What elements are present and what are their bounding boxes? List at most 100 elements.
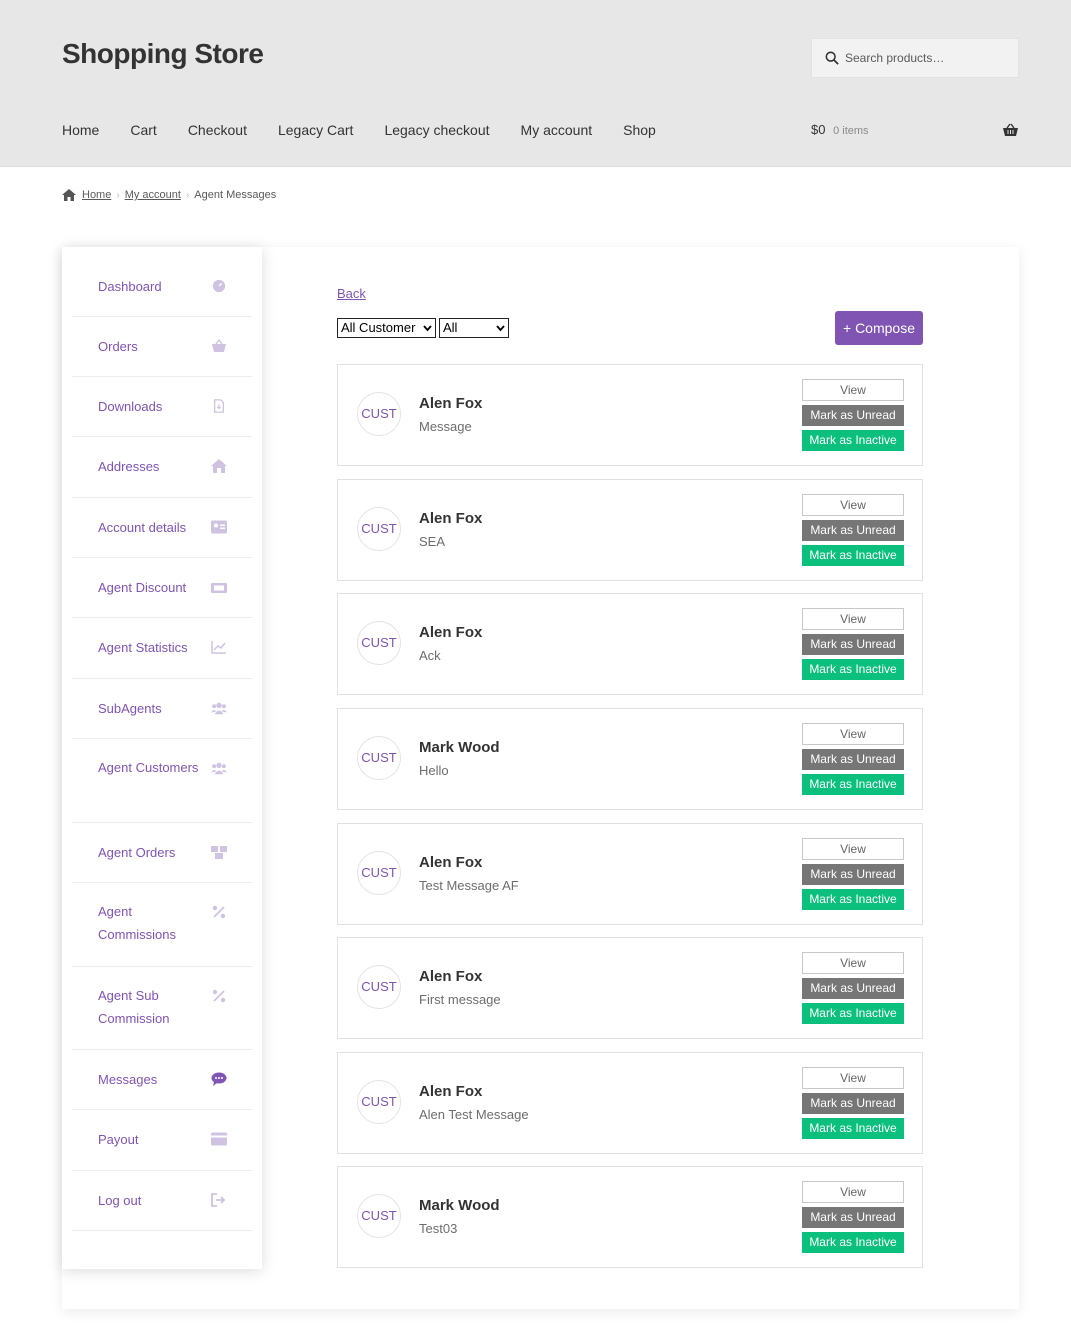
nav-home[interactable]: Home: [62, 122, 99, 138]
message-preview: Message: [419, 419, 472, 434]
sidebar-item-agent-orders[interactable]: Agent Orders: [72, 823, 252, 883]
sidebar-item-dashboard[interactable]: Dashboard: [72, 257, 252, 317]
chart-line-icon: [211, 641, 226, 654]
status-filter-select[interactable]: All: [439, 318, 509, 338]
sidebar-item-subagents[interactable]: SubAgents: [72, 679, 252, 739]
message-sender: Mark Wood: [419, 739, 500, 756]
message-preview: First message: [419, 992, 501, 1007]
percent-icon: [212, 905, 226, 919]
site-header: Shopping Store Search products… Home Car…: [0, 0, 1071, 167]
sidebar-item-payout[interactable]: Payout: [72, 1110, 252, 1171]
mark-unread-button[interactable]: Mark as Unread: [802, 978, 904, 999]
sign-out-icon: [211, 1193, 226, 1207]
mark-unread-button[interactable]: Mark as Unread: [802, 520, 904, 541]
message-preview: SEA: [419, 534, 446, 549]
view-button[interactable]: View: [802, 494, 904, 516]
nav-legacy-checkout[interactable]: Legacy checkout: [384, 122, 489, 138]
mark-inactive-button[interactable]: Mark as Inactive: [802, 889, 904, 910]
sidebar-item-account-details[interactable]: Account details: [72, 498, 252, 558]
sidebar-item-agent-customers[interactable]: Agent Customers: [72, 739, 252, 823]
sidebar-item-agent-statistics[interactable]: Agent Statistics: [72, 618, 252, 679]
sidebar-item-label: Addresses: [98, 459, 160, 474]
nav-checkout[interactable]: Checkout: [188, 122, 247, 138]
users-icon: [211, 762, 227, 775]
message-item[interactable]: CUST Mark Wood Hello View Mark as Unread…: [337, 708, 923, 810]
mark-inactive-button[interactable]: Mark as Inactive: [802, 1232, 904, 1253]
message-sender: Mark Wood: [419, 1197, 500, 1214]
sidebar-item-agent-commissions[interactable]: Agent Commissions: [72, 883, 252, 967]
sidebar-item-label: Agent Statistics: [98, 640, 188, 655]
message-sender: Alen Fox: [419, 395, 483, 412]
mark-unread-button[interactable]: Mark as Unread: [802, 634, 904, 655]
mark-unread-button[interactable]: Mark as Unread: [802, 749, 904, 770]
sidebar-item-log-out[interactable]: Log out: [72, 1171, 252, 1231]
basket-icon[interactable]: [1002, 123, 1019, 137]
message-item[interactable]: CUST Mark Wood Test03 View Mark as Unrea…: [337, 1166, 923, 1268]
mark-inactive-button[interactable]: Mark as Inactive: [802, 1003, 904, 1024]
nav-my-account[interactable]: My account: [521, 122, 593, 138]
sidebar-item-label: Account details: [98, 520, 187, 535]
chevron-down-icon: [423, 325, 432, 332]
back-link[interactable]: Back: [337, 286, 366, 301]
message-item[interactable]: CUST Alen Fox SEA View Mark as Unread Ma…: [337, 479, 923, 581]
sidebar-item-orders[interactable]: Orders: [72, 317, 252, 377]
primary-nav: Home Cart Checkout Legacy Cart Legacy ch…: [62, 122, 687, 138]
nav-shop[interactable]: Shop: [623, 122, 656, 138]
mark-inactive-button[interactable]: Mark as Inactive: [802, 545, 904, 566]
view-button[interactable]: View: [802, 379, 904, 401]
sidebar-item-addresses[interactable]: Addresses: [72, 437, 252, 498]
sidebar-item-agent-sub-commission[interactable]: Agent Sub Commission: [72, 967, 252, 1050]
breadcrumb-separator: ›: [185, 189, 190, 201]
mark-inactive-button[interactable]: Mark as Inactive: [802, 659, 904, 680]
avatar: CUST: [357, 507, 401, 551]
dashboard-icon: [212, 279, 226, 293]
breadcrumb: Home › My account › Agent Messages: [62, 189, 276, 201]
mark-unread-button[interactable]: Mark as Unread: [802, 864, 904, 885]
mark-unread-button[interactable]: Mark as Unread: [802, 1207, 904, 1228]
mark-unread-button[interactable]: Mark as Unread: [802, 405, 904, 426]
view-button[interactable]: View: [802, 1181, 904, 1203]
sidebar-item-agent-discount[interactable]: Agent Discount: [72, 558, 252, 618]
breadcrumb-home[interactable]: Home: [82, 189, 111, 201]
message-item[interactable]: CUST Alen Fox Alen Test Message View Mar…: [337, 1052, 923, 1154]
sidebar-item-label: Agent Sub Commission: [98, 988, 170, 1026]
header-cart[interactable]: $0 0 items: [811, 122, 869, 137]
message-preview: Test Message AF: [419, 878, 519, 893]
site-title[interactable]: Shopping Store: [62, 38, 264, 70]
sidebar-item-label: Messages: [98, 1072, 158, 1087]
account-navigation: Dashboard Orders Downloads Addresses Acc…: [62, 247, 262, 1269]
message-item[interactable]: CUST Alen Fox Test Message AF View Mark …: [337, 823, 923, 925]
message-preview: Ack: [419, 648, 441, 663]
mark-inactive-button[interactable]: Mark as Inactive: [802, 430, 904, 451]
view-button[interactable]: View: [802, 952, 904, 974]
breadcrumb-my-account[interactable]: My account: [125, 189, 181, 201]
customer-filter-value: All Customer: [341, 320, 416, 335]
customer-filter-select[interactable]: All Customer: [337, 318, 436, 338]
mark-inactive-button[interactable]: Mark as Inactive: [802, 774, 904, 795]
file-icon: [213, 399, 225, 413]
id-card-icon: [211, 520, 227, 534]
sidebar-item-label: Log out: [98, 1193, 142, 1208]
view-button[interactable]: View: [802, 838, 904, 860]
cart-total: $0: [811, 122, 826, 137]
sidebar-item-messages[interactable]: Messages: [72, 1050, 252, 1110]
message-item[interactable]: CUST Alen Fox Ack View Mark as Unread Ma…: [337, 593, 923, 695]
compose-button[interactable]: + Compose: [835, 311, 923, 345]
view-button[interactable]: View: [802, 608, 904, 630]
nav-legacy-cart[interactable]: Legacy Cart: [278, 122, 353, 138]
message-item[interactable]: CUST Alen Fox Message View Mark as Unrea…: [337, 364, 923, 466]
message-preview: Alen Test Message: [419, 1107, 529, 1122]
comment-icon: [211, 1072, 227, 1086]
sidebar-item-label: SubAgents: [98, 701, 162, 716]
sidebar-item-label: Payout: [98, 1132, 139, 1147]
nav-cart[interactable]: Cart: [130, 122, 156, 138]
view-button[interactable]: View: [802, 1067, 904, 1089]
sidebar-item-downloads[interactable]: Downloads: [72, 377, 252, 437]
message-item[interactable]: CUST Alen Fox First message View Mark as…: [337, 937, 923, 1039]
wallet-icon: [211, 1132, 227, 1146]
view-button[interactable]: View: [802, 723, 904, 745]
avatar: CUST: [357, 965, 401, 1009]
search-input[interactable]: Search products…: [811, 38, 1019, 78]
mark-unread-button[interactable]: Mark as Unread: [802, 1093, 904, 1114]
mark-inactive-button[interactable]: Mark as Inactive: [802, 1118, 904, 1139]
